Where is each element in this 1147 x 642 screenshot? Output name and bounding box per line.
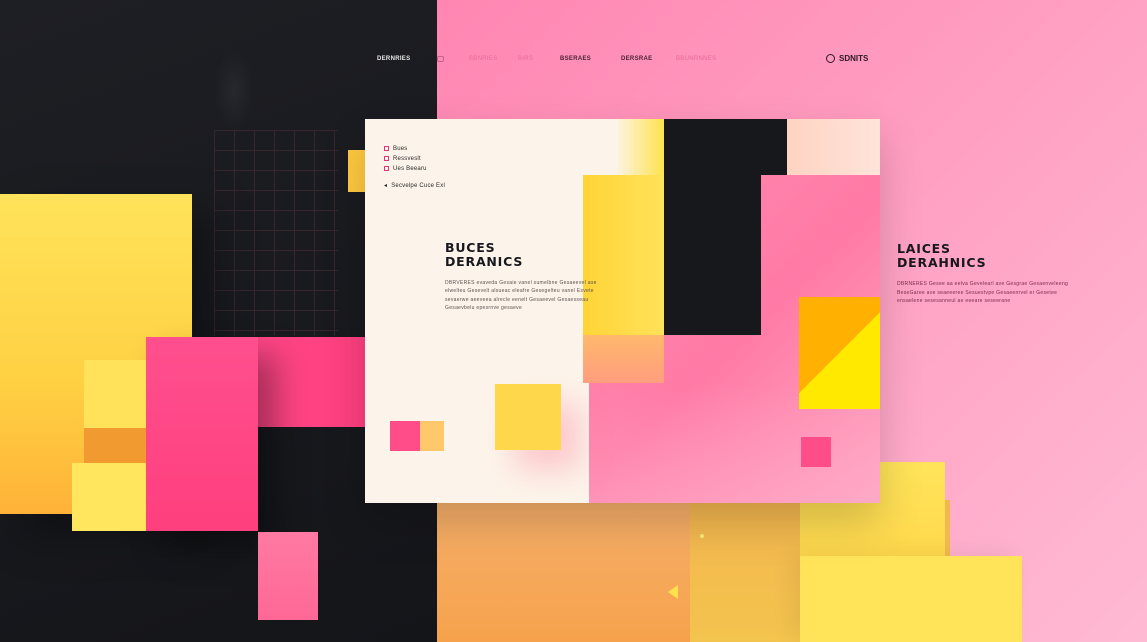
yellow-cube-top	[84, 360, 146, 428]
dot-indicator	[700, 534, 704, 538]
nav-item-2[interactable]: BBNRIES	[469, 56, 497, 62]
nav-item-3[interactable]: BIRS	[518, 56, 533, 62]
circle-icon	[826, 54, 835, 63]
bullet-icon	[384, 146, 389, 151]
card-list-item-2[interactable]: Ressveslt	[384, 156, 421, 162]
yellow-tab	[348, 150, 366, 192]
card-body-text: DBRVERES evaveda Gesaie vanel sumelbne G…	[445, 280, 597, 312]
card-gradient-top	[615, 119, 665, 175]
bullet-icon	[384, 166, 389, 171]
card-peach-top	[787, 119, 880, 175]
side-body-text: DBRNERES Gesee aa eelva Gevelearl ave Ge…	[897, 281, 1069, 305]
orange-cube-side	[84, 428, 146, 464]
hero-card: Bues Ressveslt Ues Beearu ◂ Secvelpe Cuce…	[365, 119, 880, 503]
nav-cta-label: SDNITS	[839, 54, 869, 63]
side-title: LAICES DERAHNICS	[897, 242, 986, 270]
card-orange-step	[583, 335, 664, 383]
card-pink-square	[801, 437, 831, 467]
nav-item-1[interactable]: DERNRIES	[377, 56, 410, 62]
card-list-item-1[interactable]: Bues	[384, 146, 407, 152]
card-yellow-small	[420, 421, 444, 451]
pink-block-tall	[146, 337, 258, 531]
nav-item-icon[interactable]	[437, 56, 444, 64]
card-yellow-square	[495, 384, 561, 450]
card-pink-small	[390, 421, 420, 451]
window-icon	[437, 56, 444, 62]
shadow-decoration	[214, 50, 254, 130]
side-title-line-1: LAICES	[897, 241, 951, 256]
yellow-block-bottom-right	[800, 556, 1022, 642]
card-black-top	[664, 119, 788, 175]
nav-item-5[interactable]: DERSRAE	[621, 56, 652, 62]
card-black-block	[664, 175, 761, 335]
card-title-line-1: BUCES	[445, 240, 496, 255]
card-title: BUCES DERANICS	[445, 241, 523, 269]
background-orange-block	[437, 500, 697, 642]
card-triangle-block	[799, 297, 880, 409]
arrow-icon: ◂	[384, 183, 388, 189]
pink-block-low	[258, 532, 318, 620]
card-link[interactable]: ◂ Secvelpe Cuce Exl	[384, 182, 445, 189]
side-title-line-2: DERAHNICS	[897, 255, 987, 270]
grid-pattern	[214, 130, 338, 336]
nav-item-4[interactable]: BSERAES	[560, 56, 591, 62]
play-triangle-icon[interactable]	[668, 585, 678, 599]
bullet-icon	[384, 156, 389, 161]
card-title-line-2: DERANICS	[445, 254, 524, 269]
yellow-cube-bottom	[72, 463, 146, 531]
nav-cta-button[interactable]: SDNITS	[826, 53, 868, 64]
nav-item-6[interactable]: BBUNRNNES	[676, 56, 716, 62]
card-list-item-3[interactable]: Ues Beearu	[384, 166, 427, 172]
